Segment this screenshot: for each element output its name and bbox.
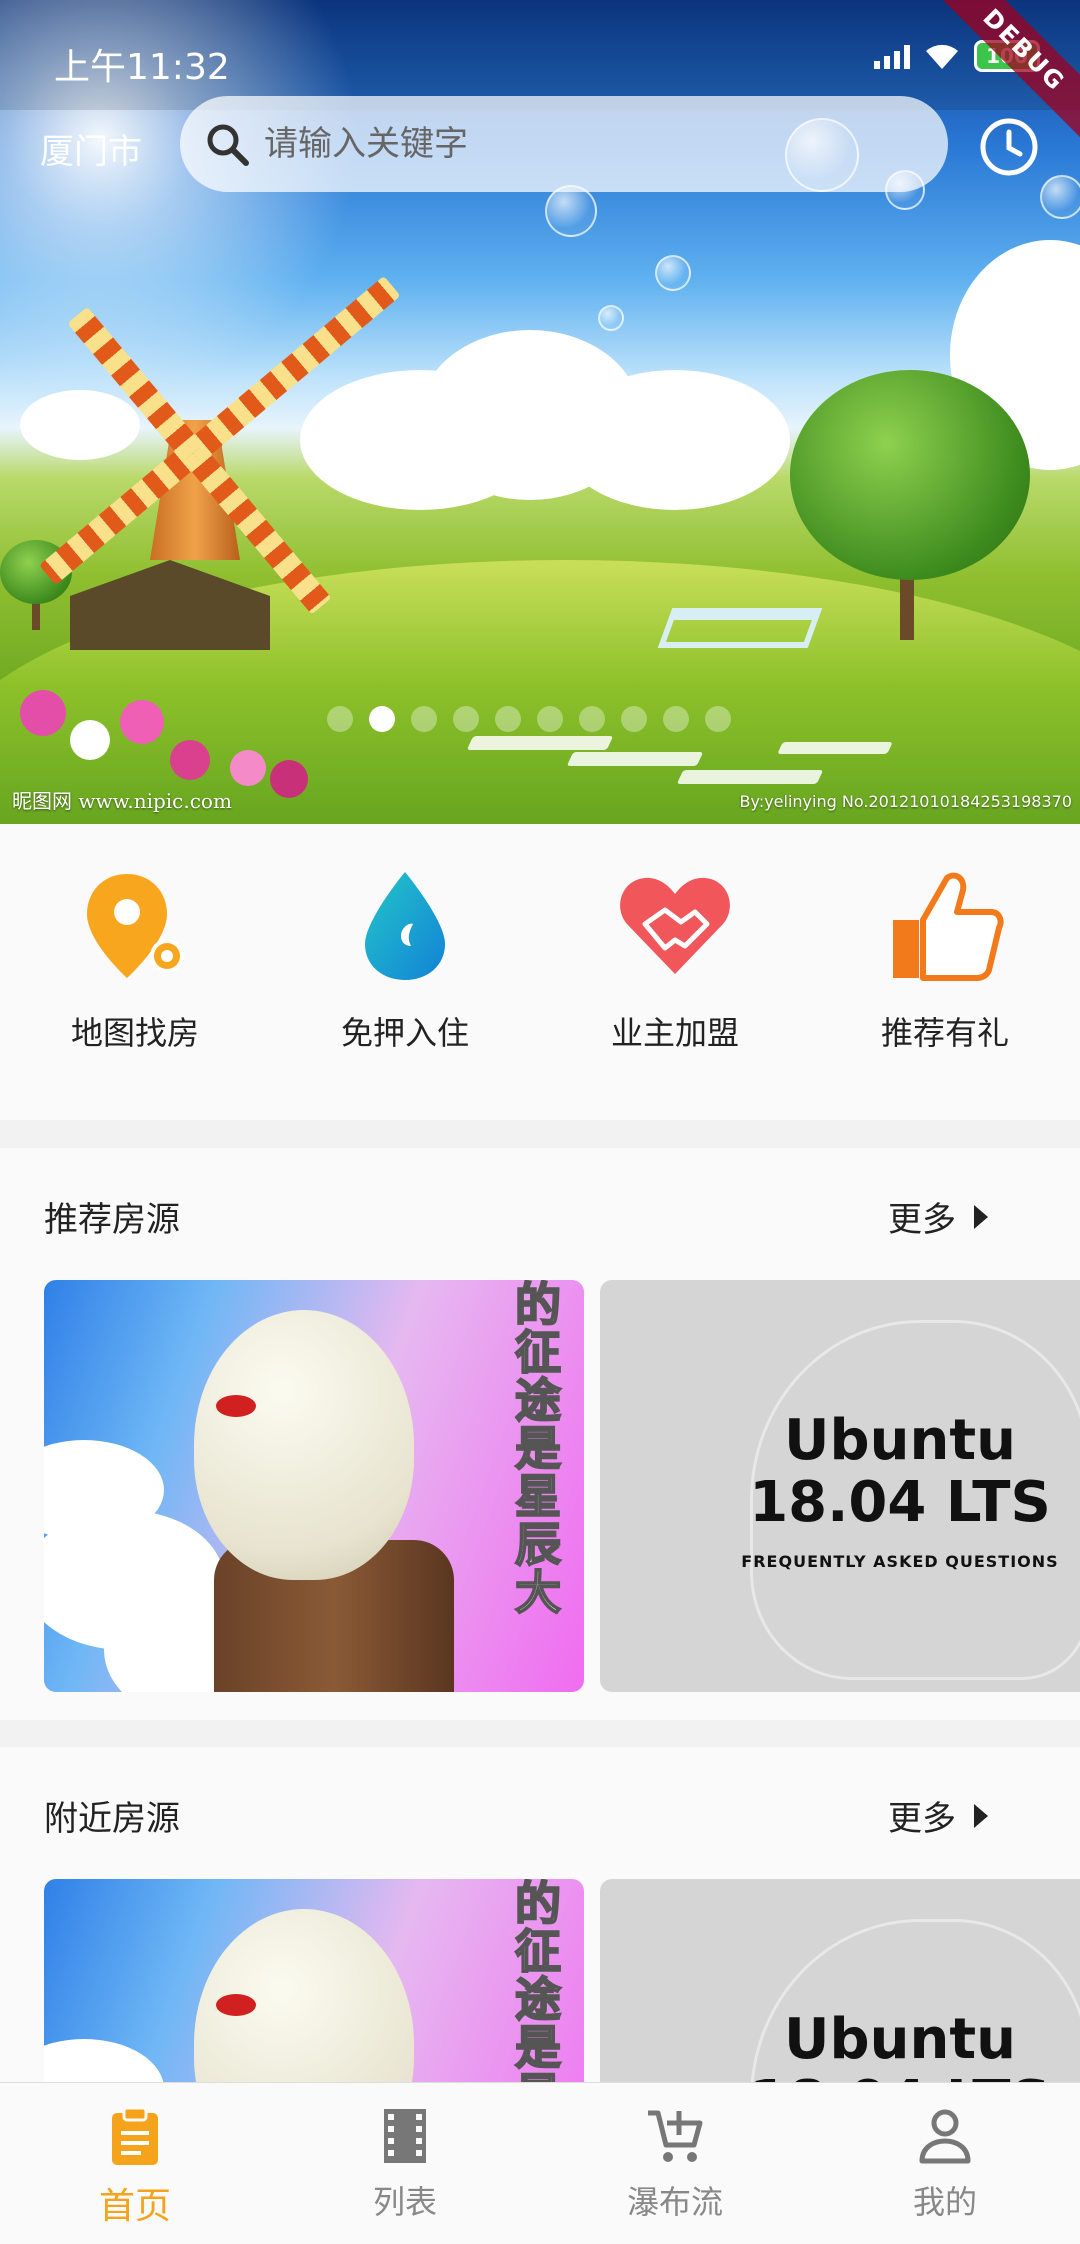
path-stone: [466, 736, 614, 750]
city-selector[interactable]: 厦门市: [40, 124, 142, 173]
nav-tab-profile[interactable]: 我的: [810, 2083, 1080, 2244]
signal-icon: [874, 43, 910, 69]
shortcut-map-search[interactable]: 地图找房: [0, 824, 270, 1120]
nav-tab-list[interactable]: 列表: [270, 2083, 540, 2244]
carousel-dot: [495, 706, 521, 732]
bubble: [655, 255, 691, 291]
shortcut-no-deposit[interactable]: 免押入住: [270, 824, 540, 1120]
flower: [20, 690, 66, 736]
house-card[interactable]: Ubuntu 18.04 LTS: [600, 1879, 1080, 2082]
handshake-heart-icon: [620, 877, 730, 974]
windmill-house: [70, 560, 270, 650]
history-clock-icon[interactable]: [978, 116, 1040, 178]
carousel-dot: [369, 706, 395, 732]
caret-right-icon: [974, 1803, 988, 1828]
carousel-dot: [453, 706, 479, 732]
card-image-text: 的征途是星辰大: [507, 1879, 563, 2082]
map-pin-icon: [87, 874, 184, 978]
bubble: [1040, 175, 1080, 219]
carousel-dot: [579, 706, 605, 732]
nav-label: 首页: [98, 2186, 171, 2227]
carousel-dot: [411, 706, 437, 732]
flower: [270, 760, 308, 798]
wifi-icon: [926, 44, 958, 69]
shortcut-referral[interactable]: 推荐有礼: [810, 824, 1080, 1120]
house-card[interactable]: 的征途是星辰大: [44, 1280, 584, 1692]
carousel-dot: [327, 706, 353, 732]
shortcut-owner-join[interactable]: 业主加盟: [540, 824, 810, 1120]
path-stone: [566, 752, 704, 766]
carousel-indicator: [327, 706, 731, 732]
thumbs-up-icon: [893, 872, 1004, 981]
path-stone: [777, 742, 893, 754]
carousel-dot: [537, 706, 563, 732]
section-title: 附近房源: [44, 1799, 180, 1839]
shortcut-grid: 地图找房 免押入住 业主加盟 推荐有礼: [0, 824, 1080, 1120]
status-bar: 上午11:32 100 DEBUG: [0, 0, 1080, 144]
more-label: 更多: [888, 1200, 956, 1240]
section-title: 推荐房源: [44, 1200, 180, 1240]
status-time: 上午11:32: [54, 47, 230, 88]
bottom-navigation: 首页 列表 瀑布流 我的: [0, 2082, 1080, 2244]
section-recommended: 推荐房源 更多 的征途是星辰大 Ubuntu 18.04 LTS FREQUEN…: [0, 1148, 1080, 1720]
bubble: [545, 185, 597, 237]
card-image-text: Ubuntu 18.04 LTS FREQUENTLY ASKED QUESTI…: [741, 1408, 1059, 1572]
film-icon: [384, 2109, 426, 2163]
flower: [230, 750, 266, 786]
section-nearby: 附近房源 更多 的征途是星辰大 Ubuntu 18.04 LTS: [0, 1747, 1080, 2082]
nav-label: 我的: [912, 2183, 977, 2221]
search-icon: [207, 124, 249, 166]
path-stone: [676, 770, 824, 784]
flower: [70, 720, 110, 760]
shortcut-label: 推荐有礼: [880, 1014, 1009, 1052]
water-drop-icon: [365, 872, 445, 980]
cart-add-icon: [648, 2110, 703, 2162]
carousel-dot: [705, 706, 731, 732]
carousel-dot: [621, 706, 647, 732]
shortcut-label: 免押入住: [340, 1014, 469, 1052]
more-label: 更多: [888, 1799, 956, 1839]
more-button[interactable]: 更多: [888, 1192, 990, 1241]
caret-right-icon: [974, 1204, 988, 1229]
search-input[interactable]: [264, 124, 904, 164]
more-button[interactable]: 更多: [888, 1791, 990, 1840]
house-card[interactable]: Ubuntu 18.04 LTS FREQUENTLY ASKED QUESTI…: [600, 1280, 1080, 1692]
nav-label: 瀑布流: [626, 2183, 723, 2221]
carousel-dot: [663, 706, 689, 732]
search-bar[interactable]: [180, 96, 948, 192]
shortcut-label: 业主加盟: [610, 1014, 739, 1052]
nav-label: 列表: [372, 2183, 437, 2221]
flower: [120, 700, 164, 744]
banner-watermark-right: By:yelinying No.20121010184253198370: [739, 792, 1072, 811]
house-card[interactable]: 的征途是星辰大: [44, 1879, 584, 2082]
nav-tab-home[interactable]: 首页: [0, 2083, 270, 2244]
park-bench: [657, 608, 823, 648]
card-image-text: Ubuntu 18.04 LTS: [749, 2007, 1051, 2083]
person-icon: [919, 2109, 971, 2164]
bubble: [598, 305, 624, 331]
shortcut-label: 地图找房: [70, 1014, 199, 1052]
cloud: [560, 370, 790, 510]
banner-watermark-left: 昵图网 www.nipic.com: [12, 789, 232, 813]
flower: [170, 740, 210, 780]
card-image-text: 的征途是星辰大: [507, 1280, 563, 1617]
clipboard-icon: [112, 2106, 158, 2165]
nav-tab-waterfall[interactable]: 瀑布流: [540, 2083, 810, 2244]
tree: [790, 370, 1030, 580]
cloud: [20, 390, 140, 460]
